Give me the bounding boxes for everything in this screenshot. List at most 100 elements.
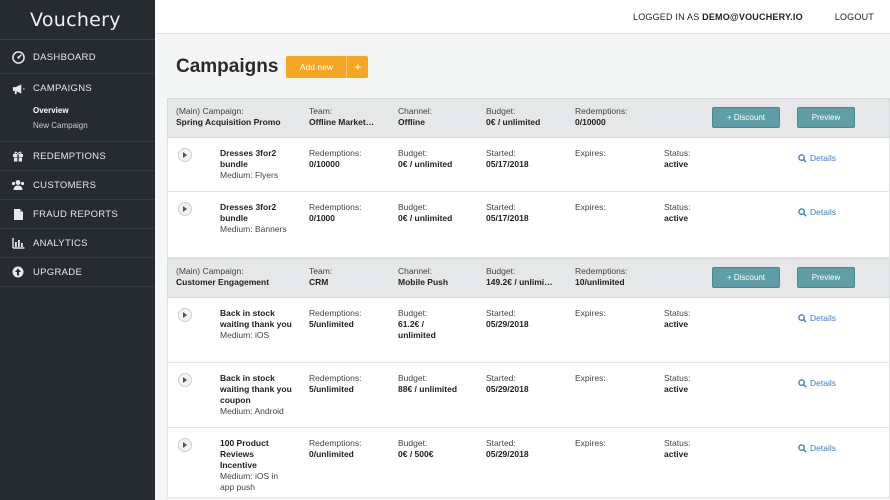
expires-cell: Expires:: [575, 373, 606, 384]
campaigns-table: (Main) Campaign: Spring Acquisition Prom…: [167, 98, 890, 498]
redemptions-cell: Redemptions: 0/1000: [309, 202, 361, 224]
add-new-button[interactable]: Add new +: [286, 56, 369, 78]
add-discount-button[interactable]: + Discount: [712, 267, 780, 288]
redemptions-value: 0/1000: [309, 213, 335, 223]
budget-value: 0€ / unlimited: [398, 159, 453, 169]
status-cell: Status: active: [664, 202, 690, 224]
bar-chart-icon: [11, 236, 25, 250]
details-link[interactable]: Details: [798, 443, 836, 453]
started-value: 05/17/2018: [486, 213, 529, 223]
details-link[interactable]: Details: [798, 378, 836, 388]
redemptions-label: Redemptions:: [309, 373, 362, 383]
add-discount-button[interactable]: + Discount: [712, 107, 780, 128]
budget-value: 0€ / unlimited: [486, 117, 541, 127]
channel-value: Offline: [398, 117, 425, 127]
redemptions-cell: Redemptions: 5/unlimited: [309, 308, 361, 330]
search-icon: [798, 313, 807, 323]
status-cell: Status: active: [664, 308, 690, 330]
details-link[interactable]: Details: [798, 153, 836, 163]
redemptions-cell: Redemptions: 5/unlimited: [309, 373, 361, 395]
voucher-name[interactable]: 100 Product Reviews Incentive: [220, 438, 292, 471]
voucher-medium: Medium: iOS in app push: [220, 471, 279, 492]
budget-value: 0€ / unlimited: [398, 213, 453, 223]
sidebar-item-campaigns[interactable]: CAMPAIGNS: [0, 74, 155, 103]
voucher-medium: Medium: Flyers: [220, 170, 279, 180]
voucher-name[interactable]: Dresses 3for2 bundle: [220, 148, 300, 170]
sidebar-item-fraud-reports[interactable]: FRAUD REPORTS: [0, 200, 155, 229]
preview-button[interactable]: Preview: [797, 107, 855, 128]
search-icon: [798, 443, 807, 453]
expand-arrow-icon[interactable]: [178, 202, 192, 216]
sidebar-item-label: DASHBOARD: [33, 52, 96, 63]
started-cell: Started: 05/17/2018: [486, 148, 529, 170]
redemptions-cell: Redemptions: 0/unlimited: [309, 438, 361, 460]
voucher-medium: Medium: Banners: [220, 224, 287, 234]
megaphone-icon: [11, 82, 25, 96]
sidebar-item-redemptions[interactable]: REDEMPTIONS: [0, 142, 155, 171]
status-label: Status:: [664, 308, 691, 318]
expand-arrow-icon[interactable]: [178, 308, 192, 322]
budget-value: 149.2€ / unlimi…: [486, 277, 553, 287]
started-value: 05/17/2018: [486, 159, 529, 169]
voucher-name[interactable]: Back in stock waiting thank you coupon: [220, 373, 300, 406]
budget-cell: Budget: 149.2€ / unlimi…: [486, 266, 553, 288]
details-label: Details: [810, 378, 836, 388]
voucher-row: Back in stock waiting thank you coupon M…: [167, 363, 890, 428]
team-label: Team:: [309, 106, 333, 116]
channel-label: Channel:: [398, 106, 433, 116]
started-cell: Started: 05/29/2018: [486, 308, 529, 330]
started-label: Started:: [486, 202, 516, 212]
redemptions-label: Redemptions:: [309, 308, 362, 318]
team-value: CRM: [309, 277, 329, 287]
details-link[interactable]: Details: [798, 207, 836, 217]
budget-cell: Budget: 0€ / unlimited: [398, 202, 452, 224]
status-value: active: [664, 213, 689, 223]
voucher-name[interactable]: Back in stock waiting thank you: [220, 308, 295, 330]
redemptions-value: 0/10000: [575, 117, 606, 127]
main-campaign-label: (Main) Campaign:: [176, 106, 244, 116]
channel-label: Channel:: [398, 266, 433, 276]
budget-value: 61.2€ / unlimited: [398, 319, 436, 340]
details-label: Details: [810, 443, 836, 453]
voucher-name-cell: Dresses 3for2 bundle Medium: Banners: [220, 202, 290, 235]
expand-arrow-icon[interactable]: [178, 438, 192, 452]
status-label: Status:: [664, 202, 691, 212]
budget-cell: Budget: 88€ / unlimited: [398, 373, 457, 395]
plus-icon: +: [346, 56, 368, 78]
budget-label: Budget:: [398, 202, 428, 212]
campaign-name[interactable]: Spring Acquisition Promo: [176, 117, 281, 128]
sidebar-item-upgrade[interactable]: UPGRADE: [0, 258, 155, 287]
started-cell: Started: 05/29/2018: [486, 438, 529, 460]
details-link[interactable]: Details: [798, 313, 836, 323]
status-label: Status:: [664, 438, 691, 448]
sidebar-item-analytics[interactable]: ANALYTICS: [0, 229, 155, 258]
preview-button[interactable]: Preview: [797, 267, 855, 288]
users-icon: [11, 178, 25, 192]
expand-arrow-icon[interactable]: [178, 148, 192, 162]
voucher-row: Dresses 3for2 bundle Medium: Banners Red…: [167, 192, 890, 258]
logout-link[interactable]: LOGOUT: [835, 12, 874, 22]
subnav-new-campaign[interactable]: New Campaign: [33, 118, 155, 133]
campaign-name[interactable]: Customer Engagement: [176, 277, 269, 288]
sidebar-item-dashboard[interactable]: DASHBOARD: [0, 42, 155, 74]
expires-cell: Expires:: [575, 438, 606, 449]
details-label: Details: [810, 207, 836, 217]
budget-label: Budget:: [486, 266, 516, 276]
voucher-name-cell: Back in stock waiting thank you coupon M…: [220, 373, 300, 417]
campaign-row: (Main) Campaign: Customer Engagement Tea…: [167, 258, 890, 298]
redemptions-value: 0/10000: [309, 159, 340, 169]
expires-label: Expires:: [575, 438, 606, 448]
expires-label: Expires:: [575, 308, 606, 318]
vouchery-logo[interactable]: Vouchery: [0, 0, 155, 40]
top-bar: LOGGED IN AS DEMO@VOUCHERY.IO LOGOUT: [155, 0, 890, 34]
expires-cell: Expires:: [575, 308, 606, 319]
subnav-overview[interactable]: Overview: [33, 103, 155, 118]
status-cell: Status: active: [664, 148, 690, 170]
voucher-name[interactable]: Dresses 3for2 bundle: [220, 202, 290, 224]
sidebar-item-customers[interactable]: CUSTOMERS: [0, 171, 155, 200]
status-cell: Status: active: [664, 438, 690, 460]
expand-arrow-icon[interactable]: [178, 373, 192, 387]
search-icon: [798, 378, 807, 388]
budget-cell: Budget: 61.2€ / unlimited: [398, 308, 453, 341]
sidebar-item-label: ANALYTICS: [33, 237, 88, 249]
